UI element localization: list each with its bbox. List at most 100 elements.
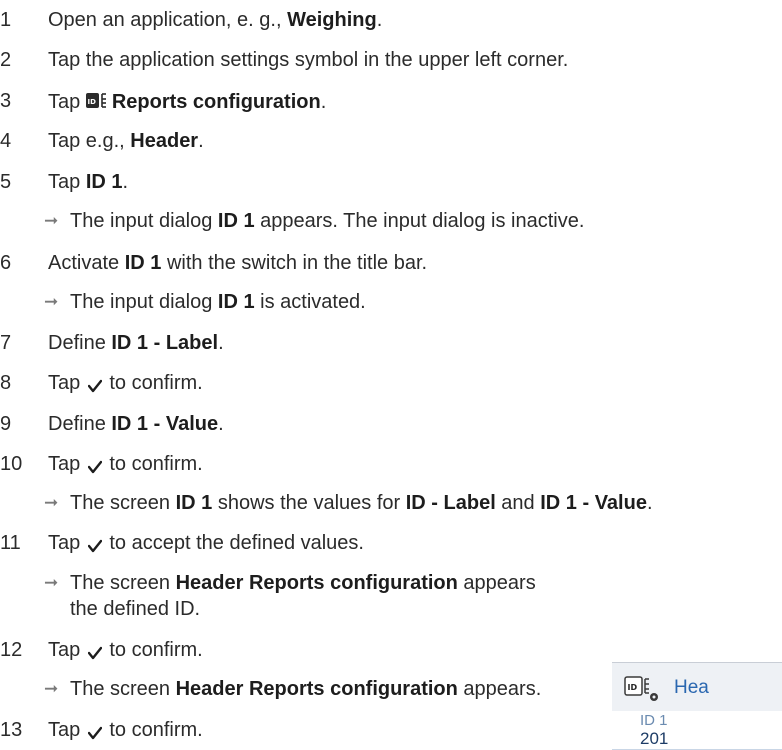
text-run: Tap (48, 171, 86, 193)
step-text: Open an application, e. g., Weighing. (48, 7, 382, 33)
text-run: to accept the defined values. (103, 532, 364, 554)
ui-term: Header Reports configuration (175, 678, 458, 700)
svg-text:ID: ID (87, 98, 96, 106)
ui-term: Weighing (287, 9, 377, 31)
step-number: 5 (0, 171, 12, 193)
step-text: Tap to confirm. (48, 717, 203, 743)
text-run: Activate (48, 252, 125, 274)
step-number: 1 (0, 9, 12, 31)
text-run: Open an application, e. g., (48, 9, 288, 31)
step-text: the defined ID. (70, 596, 200, 622)
text-run: and (495, 492, 541, 514)
text-run: The screen (70, 572, 176, 594)
text-run: the defined ID. (70, 598, 201, 620)
text-run: appears (457, 572, 536, 594)
text-run: . (122, 171, 129, 193)
step-text: Tap to confirm. (48, 451, 203, 477)
device-row-label: ID 1 (640, 712, 668, 729)
step-text: Tap to confirm. (48, 370, 203, 396)
ui-term: ID 1 (85, 171, 123, 193)
text-run: . (218, 332, 224, 354)
checkmark-icon (87, 646, 102, 660)
reports-configuration-icon: ID (85, 93, 106, 108)
step-number: 7 (0, 332, 12, 354)
text-run: Tap (48, 719, 86, 741)
device-title: Hea (674, 677, 709, 698)
text-run: to confirm. (103, 372, 203, 394)
ui-term: ID - Label (405, 492, 496, 514)
step-number: 4 (0, 130, 12, 152)
ui-term: Header Reports configuration (175, 572, 458, 594)
text-run: Tap the application settings symbol in t… (48, 49, 569, 71)
text-run: with the switch in the title bar. (161, 252, 428, 274)
step-text: Tap the application settings symbol in t… (48, 47, 568, 73)
result-arrow-icon: ➞ (44, 573, 59, 592)
result-arrow-icon: ➞ (44, 679, 59, 698)
step-number: 10 (0, 453, 23, 475)
device-row-id1[interactable]: ID 1 201 (612, 711, 782, 750)
text-run: Define (48, 332, 112, 354)
text-run: shows the values for (212, 492, 406, 514)
step-text: The screen Header Reports configuration … (70, 570, 536, 596)
text-run: . (376, 9, 383, 31)
text-run: The screen (70, 492, 176, 514)
step-number: 8 (0, 372, 12, 394)
ui-term: ID 1 - Value (540, 492, 647, 514)
text-run: to confirm. (103, 453, 203, 475)
step-text: Tap ID Reports configuration. (48, 88, 326, 115)
checkmark-icon (87, 460, 102, 474)
result-arrow-icon: ➞ (44, 292, 59, 311)
step-number: 3 (0, 90, 12, 112)
step-text: Tap ID 1. (48, 169, 128, 195)
result-arrow-icon: ➞ (44, 211, 59, 230)
step-number: 12 (0, 639, 23, 661)
checkmark-icon (87, 379, 102, 393)
ui-term: ID 1 (217, 210, 255, 232)
text-run: Tap e.g., (48, 130, 131, 152)
step-text: The input dialog ID 1 appears. The input… (70, 208, 584, 234)
text-run: Tap (48, 91, 86, 113)
step-text: Define ID 1 - Value. (48, 411, 224, 437)
step-text: The input dialog ID 1 is activated. (70, 289, 366, 315)
step-text: Activate ID 1 with the switch in the tit… (48, 250, 427, 276)
text-run: The screen (70, 678, 176, 700)
step-number: 6 (0, 252, 12, 274)
text-run: . (218, 413, 224, 435)
ui-term: ID 1 (217, 291, 255, 313)
text-run: . (198, 130, 204, 152)
ui-term: ID 1 (175, 492, 213, 514)
device-title-bar: ID Hea (612, 662, 782, 712)
step-text: The screen Header Reports configuration … (70, 676, 541, 702)
ui-term: ID 1 - Value (111, 413, 219, 435)
step-number: 9 (0, 413, 12, 435)
text-run: The input dialog (70, 291, 218, 313)
text-run: . (646, 492, 653, 514)
text-run: appears. (457, 678, 542, 700)
step-text: Define ID 1 - Label. (48, 330, 224, 356)
text-run: Define (48, 413, 112, 435)
text-run: appears. The input dialog is inactive. (254, 210, 585, 232)
ui-term: Reports configuration (111, 91, 321, 113)
text-run: The input dialog (70, 210, 218, 232)
result-arrow-icon: ➞ (44, 493, 59, 512)
text-run: to confirm. (103, 639, 203, 661)
step-text: The screen ID 1 shows the values for ID … (70, 490, 653, 516)
step-number: 2 (0, 49, 12, 71)
ui-term: Header (130, 130, 199, 152)
step-text: Tap to accept the defined values. (48, 530, 364, 556)
text-run: Tap (48, 372, 86, 394)
checkmark-icon (87, 726, 102, 740)
device-list: ID 1 201 (612, 711, 782, 750)
ui-term: ID 1 - Label (111, 332, 219, 354)
step-number: 11 (0, 532, 21, 554)
text-run: . (320, 91, 327, 113)
step-number: 13 (0, 719, 23, 741)
text-run: Tap (48, 453, 86, 475)
device-row-value: 201 (640, 729, 669, 748)
text-run: Tap (48, 639, 86, 661)
text-run: to confirm. (103, 719, 203, 741)
ui-term: ID 1 (124, 252, 162, 274)
step-text: Tap e.g., Header. (48, 128, 204, 154)
svg-text:ID: ID (628, 683, 638, 692)
reports-settings-icon: ID (624, 676, 658, 701)
